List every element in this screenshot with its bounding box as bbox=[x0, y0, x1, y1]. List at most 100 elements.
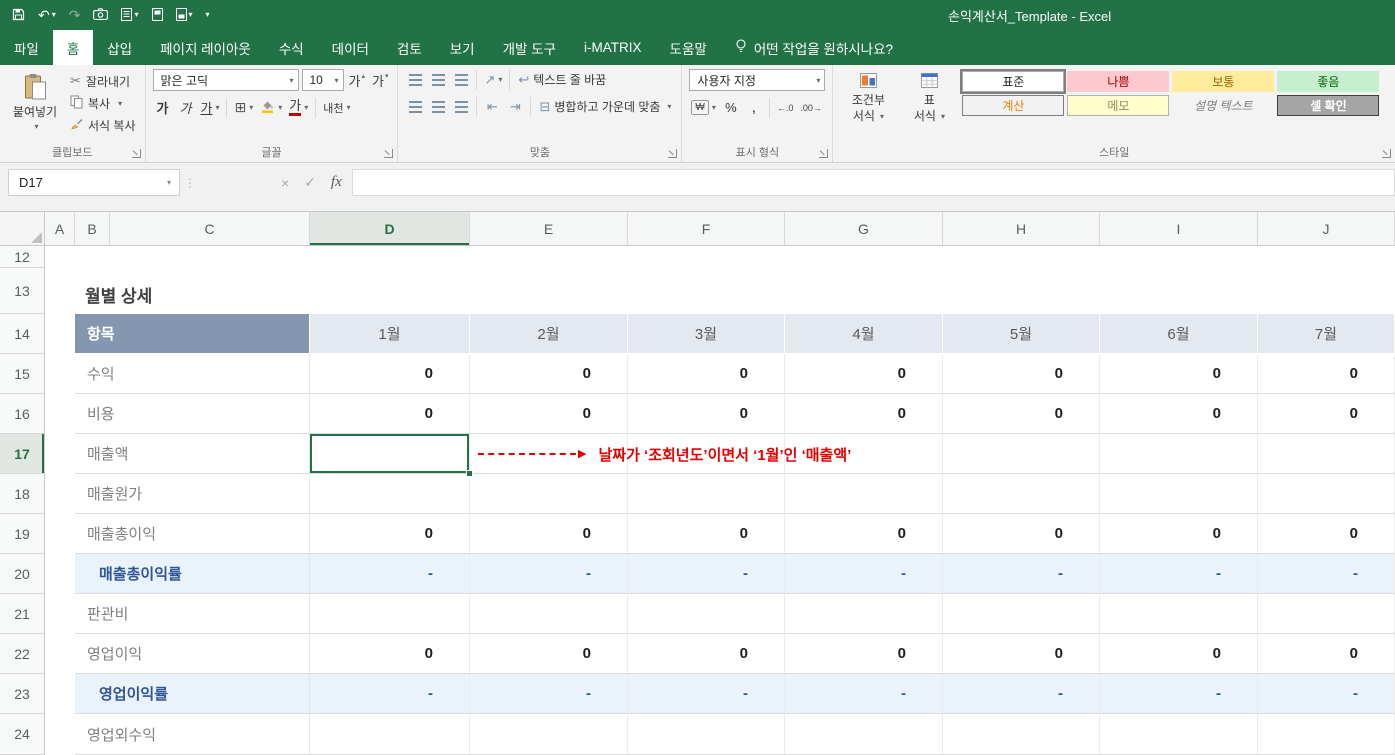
value-cell[interactable] bbox=[1100, 474, 1258, 514]
formula-input[interactable] bbox=[352, 169, 1395, 196]
value-cell[interactable]: - bbox=[470, 674, 628, 714]
value-cell[interactable]: - bbox=[943, 674, 1100, 714]
value-cell[interactable]: 0 bbox=[943, 634, 1100, 674]
value-cell[interactable]: 0 bbox=[1258, 394, 1395, 434]
qat-customize-button[interactable]: ▾ bbox=[206, 11, 210, 19]
value-cell[interactable] bbox=[943, 434, 1100, 474]
font-name-select[interactable]: 맑은 고딕▾ bbox=[153, 69, 299, 91]
value-cell[interactable] bbox=[1258, 594, 1395, 634]
percent-style-button[interactable]: % bbox=[721, 97, 741, 118]
value-cell[interactable] bbox=[1258, 434, 1395, 474]
value-cell[interactable] bbox=[943, 714, 1100, 755]
column-header[interactable]: D bbox=[310, 212, 470, 245]
value-cell[interactable] bbox=[310, 474, 470, 514]
value-cell[interactable]: 0 bbox=[785, 354, 943, 394]
row-header[interactable]: 19 bbox=[0, 514, 44, 554]
column-header[interactable]: E bbox=[470, 212, 628, 245]
value-cell[interactable]: 0 bbox=[943, 394, 1100, 434]
value-cell[interactable] bbox=[628, 594, 785, 634]
fill-handle[interactable] bbox=[466, 470, 473, 477]
value-cell[interactable] bbox=[628, 714, 785, 755]
value-cell[interactable] bbox=[1100, 594, 1258, 634]
cell-style-swatch[interactable]: 설명 텍스트 bbox=[1172, 95, 1274, 116]
value-cell[interactable]: 0 bbox=[785, 514, 943, 554]
value-cell[interactable] bbox=[470, 714, 628, 755]
value-cell[interactable]: 0 bbox=[310, 394, 470, 434]
value-cell[interactable] bbox=[470, 474, 628, 514]
value-cell[interactable]: 0 bbox=[310, 354, 470, 394]
row-header[interactable]: 13 bbox=[0, 268, 44, 314]
font-dialog-launcher[interactable] bbox=[384, 149, 393, 158]
insert-function-button[interactable]: fx bbox=[331, 174, 342, 191]
styles-dialog-launcher[interactable] bbox=[1382, 149, 1391, 158]
borders-button[interactable]: ⊞▾ bbox=[232, 97, 255, 118]
select-all-button[interactable] bbox=[0, 212, 45, 245]
value-cell[interactable] bbox=[943, 474, 1100, 514]
column-header[interactable]: A bbox=[45, 212, 75, 245]
table-header-month-cell[interactable]: 7월 bbox=[1258, 314, 1395, 354]
row-label-cell[interactable]: 매출액 bbox=[75, 434, 310, 474]
column-header[interactable]: C bbox=[110, 212, 310, 245]
table-header-month-cell[interactable]: 6월 bbox=[1100, 314, 1258, 354]
ribbon-tab[interactable]: 검토 bbox=[383, 30, 436, 65]
row-header[interactable]: 21 bbox=[0, 594, 44, 634]
value-cell[interactable]: 0 bbox=[1100, 394, 1258, 434]
cell-style-swatch[interactable]: 셀 확인 bbox=[1277, 95, 1379, 116]
row-header[interactable]: 12 bbox=[0, 246, 44, 268]
value-cell[interactable] bbox=[1258, 474, 1395, 514]
value-cell[interactable]: - bbox=[943, 554, 1100, 594]
value-cell[interactable]: 0 bbox=[628, 634, 785, 674]
row-label-cell[interactable]: 비용 bbox=[75, 394, 310, 434]
ribbon-tab[interactable]: 수식 bbox=[265, 30, 318, 65]
value-cell[interactable]: - bbox=[785, 674, 943, 714]
value-cell[interactable] bbox=[470, 594, 628, 634]
undo-button[interactable]: ↶▾ bbox=[38, 8, 56, 22]
decrease-font-size-button[interactable]: 가▾ bbox=[370, 70, 390, 91]
value-cell[interactable]: - bbox=[628, 554, 785, 594]
accounting-format-button[interactable]: ₩▾ bbox=[689, 97, 717, 118]
redo-button[interactable]: ↷ bbox=[69, 8, 81, 22]
value-cell[interactable]: 0 bbox=[1100, 634, 1258, 674]
value-cell[interactable]: 0 bbox=[943, 354, 1100, 394]
value-cell[interactable]: 0 bbox=[628, 514, 785, 554]
table-header-month-cell[interactable]: 5월 bbox=[943, 314, 1100, 354]
value-cell[interactable]: 0 bbox=[470, 354, 628, 394]
table-header-month-cell[interactable]: 1월 bbox=[310, 314, 470, 354]
increase-font-size-button[interactable]: 가▴ bbox=[347, 70, 367, 91]
column-header[interactable]: J bbox=[1258, 212, 1395, 245]
tell-me-box[interactable]: 어떤 작업을 원하시나요? bbox=[721, 30, 907, 65]
decrease-decimal-button[interactable]: .00→ bbox=[798, 97, 824, 118]
row-header[interactable]: 22 bbox=[0, 634, 44, 674]
row-header[interactable]: 18 bbox=[0, 474, 44, 514]
value-cell[interactable] bbox=[943, 594, 1100, 634]
value-cell[interactable] bbox=[310, 714, 470, 755]
value-cell[interactable]: 0 bbox=[470, 634, 628, 674]
ribbon-tab[interactable]: 홈 bbox=[53, 30, 93, 65]
value-cell[interactable]: 0 bbox=[628, 354, 785, 394]
row-label-cell[interactable]: 수익 bbox=[75, 354, 310, 394]
conditional-formatting-button[interactable]: 조건부 서식▾ bbox=[840, 69, 896, 145]
save-button[interactable] bbox=[12, 8, 25, 23]
font-size-select[interactable]: 10▾ bbox=[302, 69, 344, 91]
cell-style-swatch[interactable]: 계산 bbox=[962, 95, 1064, 116]
name-box[interactable]: D17▾ bbox=[8, 169, 180, 196]
underline-button[interactable]: 가▾ bbox=[199, 97, 222, 118]
row-label-cell[interactable]: 매출총이익 bbox=[75, 514, 310, 554]
wrap-text-button[interactable]: ↩텍스트 줄 바꿈 bbox=[515, 69, 609, 90]
value-cell[interactable] bbox=[1100, 714, 1258, 755]
column-header[interactable]: I bbox=[1100, 212, 1258, 245]
cell-style-swatch[interactable]: 좋음 bbox=[1277, 71, 1379, 92]
ribbon-tab[interactable]: 도움말 bbox=[656, 30, 721, 65]
value-cell[interactable] bbox=[310, 594, 470, 634]
row-label-cell[interactable]: 영업이익 bbox=[75, 634, 310, 674]
value-cell[interactable]: 0 bbox=[943, 514, 1100, 554]
row-header[interactable]: 20 bbox=[0, 554, 44, 594]
value-cell[interactable]: 0 bbox=[310, 634, 470, 674]
value-cell[interactable]: 0 bbox=[1100, 514, 1258, 554]
font-color-button[interactable]: 가▾ bbox=[287, 97, 310, 118]
qat-extra-button-3[interactable]: ▾ bbox=[176, 8, 193, 23]
value-cell[interactable] bbox=[1258, 714, 1395, 755]
table-header-month-cell[interactable]: 2월 bbox=[470, 314, 628, 354]
value-cell[interactable] bbox=[628, 474, 785, 514]
row-label-cell[interactable]: 판관비 bbox=[75, 594, 310, 634]
